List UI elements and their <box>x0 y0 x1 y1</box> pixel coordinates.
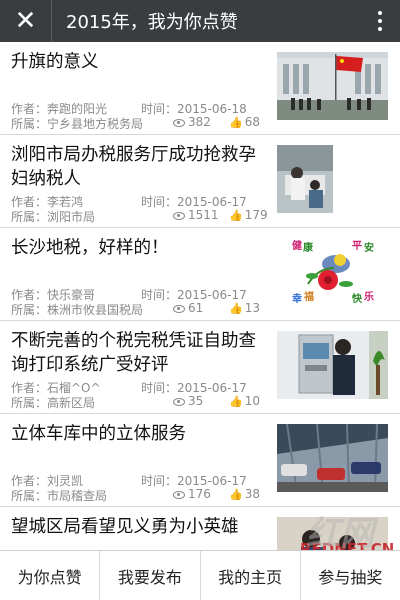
article-title[interactable]: 不断完善的个税完税凭证自助查询打印系统广受好评 <box>11 329 273 377</box>
article-title[interactable]: 立体车库中的立体服务 <box>11 422 273 446</box>
article-meta-row2: 所属：浏阳市局 1511 👍 179 <box>11 208 268 225</box>
bottom-tab-bar: 为你点赞 我要发布 我的主页 参与抽奖 <box>0 550 400 600</box>
card-char: 平 <box>352 240 362 252</box>
article-author: 作者：奔跑的阳光 <box>11 102 108 116</box>
card-char: 幸 <box>292 292 302 305</box>
page-title: 2015年，我为你点赞 <box>66 12 238 33</box>
article-meta-row2: 所属：株洲市攸县国税局 61 👍 13 <box>11 301 260 318</box>
article-org: 所属：浏阳市局 <box>11 210 96 224</box>
article-list: 升旗的意义 作者：奔跑的阳光 时间：2015-06-18 所属：宁乡县地方税务局… <box>0 42 400 550</box>
article-title[interactable]: 长沙地税，好样的！ <box>11 236 273 260</box>
close-icon[interactable]: ✕ <box>0 0 52 42</box>
article-org: 所属：高新区局 <box>11 396 96 410</box>
eye-icon <box>173 304 185 313</box>
article-meta-row2: 所属：高新区局 35 👍 10 <box>11 394 260 411</box>
tab-lottery[interactable]: 参与抽奖 <box>301 551 400 600</box>
eye-icon <box>173 397 185 406</box>
top-bar: ✕ 2015年，我为你点赞 <box>0 0 400 42</box>
visit-photo[interactable] <box>277 517 388 550</box>
article-title[interactable]: 升旗的意义 <box>11 50 273 74</box>
view-count: 61 <box>173 301 203 315</box>
card-char: 安 <box>364 241 374 254</box>
thumbs-up-icon: 👍 <box>229 395 243 408</box>
article-meta-row2: 所属：市局稽查局 176 👍 38 <box>11 487 260 504</box>
article-item[interactable]: 不断完善的个税完税凭证自助查询打印系统广受好评 作者：石榴^O^ 时间：2015… <box>0 321 400 414</box>
card-char: 康 <box>303 241 314 254</box>
thumbs-up-icon: 👍 <box>229 116 243 129</box>
eye-icon <box>173 118 185 127</box>
like-count[interactable]: 👍 13 <box>229 301 260 315</box>
tab-my-homepage[interactable]: 我的主页 <box>201 551 301 600</box>
thumbs-up-icon: 👍 <box>229 209 243 222</box>
card-char: 福 <box>303 290 314 303</box>
view-count: 1511 <box>173 208 219 222</box>
article-author: 作者：快乐豪哥 <box>11 288 96 302</box>
article-item[interactable]: 升旗的意义 作者：奔跑的阳光 时间：2015-06-18 所属：宁乡县地方税务局… <box>0 42 400 135</box>
article-org: 所属：宁乡县地方税务局 <box>11 117 144 131</box>
article-author: 作者：李若鸿 <box>11 195 84 209</box>
article-item[interactable]: 立体车库中的立体服务 作者：刘灵凯 时间：2015-06-17 所属：市局稽查局… <box>0 414 400 507</box>
tax-hall-photo[interactable] <box>277 145 333 213</box>
like-count[interactable]: 👍 179 <box>229 208 268 222</box>
article-author: 作者：刘灵凯 <box>11 474 84 488</box>
article-org: 所属：株洲市攸县国税局 <box>11 303 144 317</box>
article-title[interactable]: 浏阳市局办税服务厅成功抢救孕妇纳税人 <box>11 143 273 191</box>
view-count: 176 <box>173 487 211 501</box>
article-org: 所属：市局稽查局 <box>11 489 108 503</box>
article-item[interactable]: 望城区局看望见义勇为小英雄 <box>0 507 400 550</box>
like-count[interactable]: 👍 10 <box>229 394 260 408</box>
article-meta-row2: 所属：宁乡县地方税务局 382 👍 68 <box>11 115 260 132</box>
flag-raising-photo[interactable] <box>277 52 388 120</box>
tab-publish[interactable]: 我要发布 <box>100 551 201 600</box>
eye-icon <box>173 490 185 499</box>
like-count[interactable]: 👍 38 <box>229 487 260 501</box>
birds-flowers-card[interactable]: 健 康 平 安 幸 福 快 乐 <box>288 238 378 306</box>
parking-garage-photo[interactable] <box>277 424 388 492</box>
thumbs-up-icon: 👍 <box>229 488 243 501</box>
view-count: 35 <box>173 394 203 408</box>
card-char: 健 <box>292 239 302 252</box>
thumbs-up-icon: 👍 <box>229 302 243 315</box>
eye-icon <box>173 211 185 220</box>
article-title[interactable]: 望城区局看望见义勇为小英雄 <box>11 515 273 539</box>
article-item[interactable]: 浏阳市局办税服务厅成功抢救孕妇纳税人 作者：李若鸿 时间：2015-06-17 … <box>0 135 400 228</box>
like-count[interactable]: 👍 68 <box>229 115 260 129</box>
article-item[interactable]: 长沙地税，好样的！ 作者：快乐豪哥 时间：2015-06-17 所属：株洲市攸县… <box>0 228 400 321</box>
view-count: 382 <box>173 115 211 129</box>
tab-like-you[interactable]: 为你点赞 <box>0 551 101 600</box>
more-vertical-icon[interactable] <box>360 0 400 42</box>
card-char: 乐 <box>364 290 374 303</box>
article-author: 作者：石榴^O^ <box>11 381 101 395</box>
self-service-kiosk-photo[interactable] <box>277 331 388 399</box>
card-char: 快 <box>351 292 363 305</box>
